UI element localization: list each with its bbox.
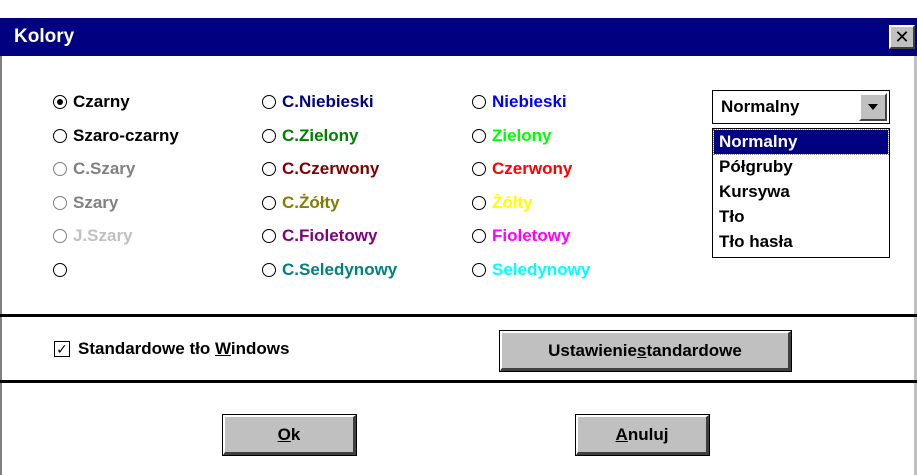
- color-radio[interactable]: Czarny: [53, 89, 130, 115]
- color-radio-label: C.Zielony: [282, 125, 359, 145]
- color-radio-label: C.Niebieski: [282, 92, 374, 111]
- color-radio[interactable]: C.Żółty: [262, 190, 340, 216]
- window-frame-left: [0, 56, 2, 475]
- checkbox-label: Standardowe tło Windows: [78, 339, 290, 358]
- color-radio[interactable]: Seledynowy: [472, 257, 590, 283]
- radio-button-icon[interactable]: [262, 262, 276, 277]
- color-radio-label: J.Szary: [73, 226, 133, 245]
- style-select-value: Normalny: [721, 97, 800, 116]
- color-radio-label: C.Szary: [73, 159, 136, 178]
- color-radio[interactable]: Zielony: [472, 123, 552, 149]
- color-radio-label: Zielony: [492, 125, 552, 145]
- radio-button-icon[interactable]: [262, 162, 276, 176]
- color-radio[interactable]: C.Fioletowy: [262, 223, 377, 249]
- color-radio[interactable]: C.Zielony: [262, 123, 359, 149]
- divider-bottom: [0, 380, 917, 383]
- color-radio[interactable]: [53, 257, 73, 283]
- color-radio-label: Fioletowy: [492, 226, 571, 245]
- style-select[interactable]: Normalny: [712, 90, 890, 124]
- color-radio-label: Czarny: [73, 92, 130, 111]
- color-radio[interactable]: J.Szary: [53, 223, 133, 249]
- radio-button-icon[interactable]: [472, 195, 486, 210]
- color-radio[interactable]: Szaro-czarny: [53, 123, 179, 149]
- style-option[interactable]: Tło: [714, 205, 888, 229]
- radio-button-icon[interactable]: [53, 229, 67, 243]
- checkbox-check-icon[interactable]: ✓: [54, 341, 70, 357]
- color-radio[interactable]: C.Szary: [53, 156, 135, 182]
- color-radio[interactable]: Czerwony: [472, 156, 572, 182]
- divider-top: [0, 314, 917, 317]
- color-radio[interactable]: Szary: [53, 190, 118, 216]
- color-radio-label: Seledynowy: [492, 259, 591, 279]
- radio-button-icon[interactable]: [262, 195, 276, 210]
- radio-button-icon[interactable]: [53, 262, 67, 277]
- standard-background-checkbox[interactable]: ✓ Standardowe tło Windows: [54, 339, 289, 359]
- style-option[interactable]: Półgruby: [714, 155, 888, 179]
- close-icon: ✕: [894, 27, 910, 47]
- radio-button-icon[interactable]: [53, 162, 67, 176]
- color-radio[interactable]: C.Niebieski: [262, 89, 374, 115]
- color-radio-label: Szaro-czarny: [73, 125, 179, 145]
- color-radio[interactable]: C.Seledynowy: [262, 257, 397, 283]
- color-radio[interactable]: Żółty: [472, 190, 533, 216]
- chevron-down-icon[interactable]: [859, 93, 887, 121]
- color-radio-label: Szary: [73, 192, 119, 212]
- radio-button-icon[interactable]: [53, 95, 67, 109]
- radio-button-icon[interactable]: [262, 229, 276, 243]
- radio-button-icon[interactable]: [472, 162, 486, 176]
- style-options-list: Normalny Półgruby Kursywa Tło Tło hasła: [712, 128, 890, 258]
- radio-button-icon[interactable]: [472, 262, 486, 277]
- color-radio-label: Żółty: [492, 192, 533, 212]
- color-radio-label: C.Czerwony: [282, 159, 380, 178]
- radio-button-icon[interactable]: [472, 229, 486, 243]
- style-option[interactable]: Kursywa: [714, 180, 888, 204]
- color-radio[interactable]: Fioletowy: [472, 223, 570, 249]
- radio-button-icon[interactable]: [472, 128, 486, 143]
- dialog-title: Kolory: [14, 26, 75, 47]
- color-radio[interactable]: Niebieski: [472, 89, 567, 115]
- radio-button-icon[interactable]: [262, 128, 276, 143]
- restore-defaults-button[interactable]: Ustawienie s tandardowe: [499, 330, 792, 372]
- style-option[interactable]: Tło hasła: [714, 230, 888, 254]
- ok-button[interactable]: Ok: [222, 414, 357, 456]
- color-radio-label: Niebieski: [492, 92, 567, 111]
- color-radio-label: C.Żółty: [282, 192, 340, 212]
- color-radio[interactable]: C.Czerwony: [262, 156, 379, 182]
- radio-button-icon[interactable]: [472, 95, 486, 109]
- color-radio-label: C.Seledynowy: [282, 259, 398, 279]
- radio-button-icon[interactable]: [262, 95, 276, 109]
- color-radio-label: C.Fioletowy: [282, 226, 378, 245]
- radio-button-icon[interactable]: [53, 195, 67, 210]
- style-option[interactable]: Normalny: [713, 129, 889, 155]
- color-radio-label: Czerwony: [492, 159, 573, 178]
- radio-button-icon[interactable]: [53, 128, 67, 143]
- cancel-button[interactable]: Anuluj: [575, 414, 710, 456]
- title-bar: Kolory ✕: [0, 18, 917, 56]
- close-button[interactable]: ✕: [889, 25, 915, 49]
- colors-dialog: Kolory ✕ Czarny Szaro-czarny C.Szary Szary J…: [0, 0, 917, 475]
